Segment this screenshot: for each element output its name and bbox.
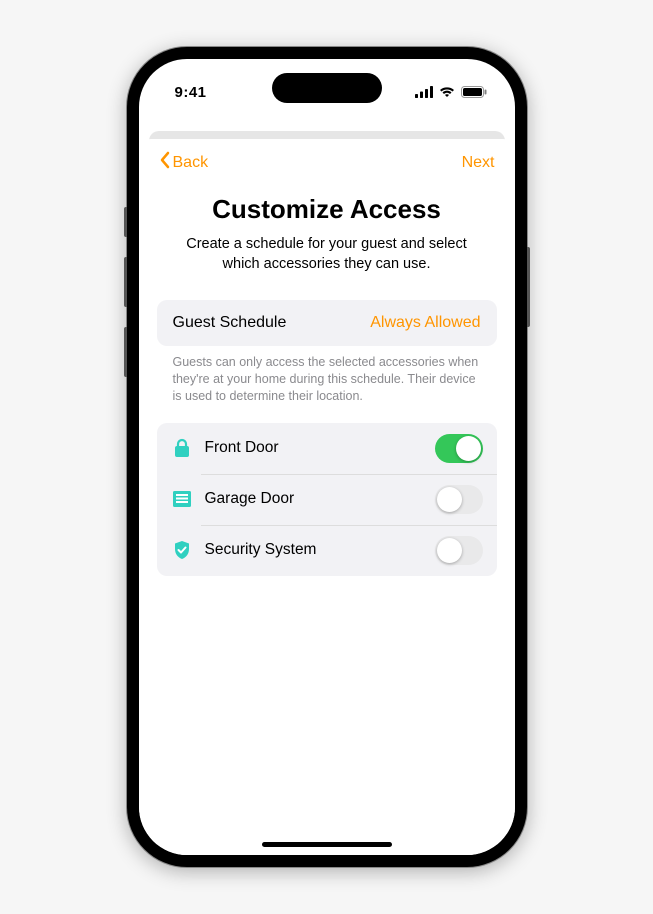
guest-schedule-row[interactable]: Guest Schedule Always Allowed <box>157 300 497 346</box>
accessory-label: Garage Door <box>205 490 423 508</box>
accessory-row-garage-door: Garage Door <box>157 474 497 525</box>
accessory-label: Security System <box>205 541 423 559</box>
back-label: Back <box>173 154 209 172</box>
modal-sheet: Back Next Customize Access Create a sche… <box>139 139 515 855</box>
status-indicators <box>415 86 487 98</box>
garage-icon <box>171 488 193 510</box>
screen: 9:41 <box>139 59 515 855</box>
next-button[interactable]: Next <box>462 154 495 172</box>
guest-schedule-helper: Guests can only access the selected acce… <box>157 354 497 405</box>
accessory-label: Front Door <box>205 439 423 457</box>
back-button[interactable]: Back <box>159 151 209 174</box>
status-time: 9:41 <box>175 84 207 101</box>
accessory-row-front-door: Front Door <box>157 423 497 474</box>
accessory-toggle-security-system[interactable] <box>435 536 483 565</box>
home-indicator[interactable] <box>262 842 392 847</box>
phone-frame: 9:41 <box>127 47 527 867</box>
wifi-icon <box>439 86 455 98</box>
next-label: Next <box>462 154 495 171</box>
phone-side-button-right <box>527 247 530 327</box>
accessory-toggle-garage-door[interactable] <box>435 485 483 514</box>
guest-schedule-value: Always Allowed <box>370 314 480 332</box>
accessories-list: Front Door Garage Door <box>157 423 497 576</box>
page-subtitle: Create a schedule for your guest and sel… <box>157 235 497 274</box>
accessory-toggle-front-door[interactable] <box>435 434 483 463</box>
accessory-row-security-system: Security System <box>157 525 497 576</box>
page-title: Customize Access <box>157 194 497 225</box>
dynamic-island <box>272 73 382 103</box>
battery-icon <box>461 86 487 98</box>
shield-check-icon <box>171 539 193 561</box>
chevron-left-icon <box>159 151 171 174</box>
lock-icon <box>171 437 193 459</box>
nav-bar: Back Next <box>157 139 497 188</box>
cellular-signal-icon <box>415 86 433 98</box>
guest-schedule-label: Guest Schedule <box>173 314 287 332</box>
phone-side-buttons-left <box>124 207 127 397</box>
